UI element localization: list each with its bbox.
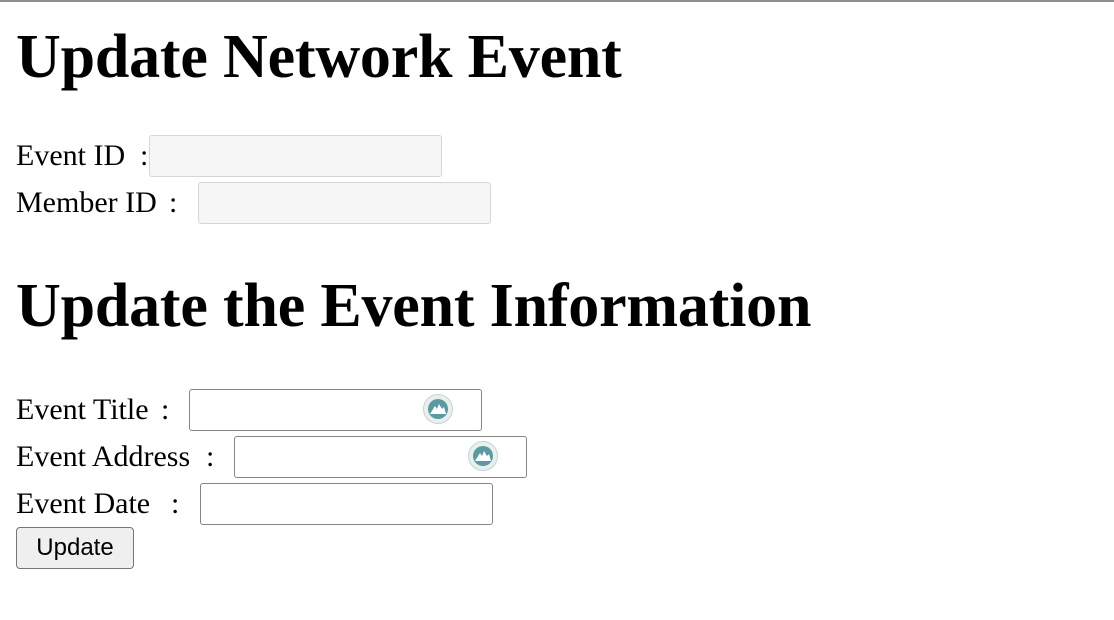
event-title-colon: : <box>161 393 170 426</box>
password-manager-icon[interactable] <box>423 394 453 424</box>
event-id-colon: : <box>140 139 149 172</box>
event-date-label: Event Date <box>16 487 151 520</box>
event-date-colon: : <box>171 487 180 520</box>
member-id-label: Member ID <box>16 186 157 219</box>
member-id-field[interactable] <box>198 182 491 224</box>
event-address-label: Event Address <box>16 440 191 473</box>
password-manager-icon[interactable] <box>468 441 498 471</box>
event-address-colon: : <box>206 440 215 473</box>
section-title: Update the Event Information <box>16 272 812 340</box>
event-title-label: Event Title <box>16 393 149 426</box>
event-date-input[interactable] <box>201 484 492 524</box>
update-button[interactable]: Update <box>16 527 134 569</box>
page-title: Update Network Event <box>16 23 622 91</box>
event-address-field[interactable] <box>234 436 527 478</box>
top-border <box>0 0 1114 2</box>
event-id-input[interactable] <box>150 136 441 176</box>
event-id-label: Event ID <box>16 139 126 172</box>
event-id-field[interactable] <box>149 135 442 177</box>
event-title-field[interactable] <box>189 389 482 431</box>
member-id-colon: : <box>169 186 178 219</box>
member-id-input[interactable] <box>199 183 490 223</box>
event-date-field[interactable] <box>200 483 493 525</box>
